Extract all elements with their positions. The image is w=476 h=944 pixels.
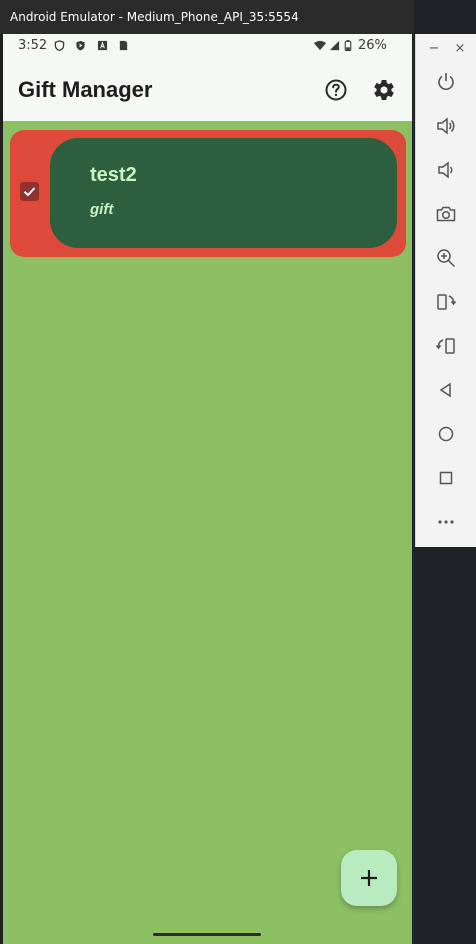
rotate-left-button[interactable] <box>431 287 461 317</box>
check-icon <box>23 187 36 197</box>
settings-button[interactable] <box>370 76 398 104</box>
rotate-right-icon <box>435 338 455 354</box>
wifi-icon <box>314 40 326 51</box>
volume-down-icon <box>438 161 453 179</box>
status-time: 3:52 <box>18 38 48 53</box>
emulator-window: Android Emulator - Medium_Phone_API_35:5… <box>0 0 414 944</box>
device-screen: 3:52 26% Gift Manager test2 gift <box>3 34 412 944</box>
camera-icon <box>436 206 456 222</box>
volume-down-button[interactable] <box>431 155 461 185</box>
back-button[interactable] <box>431 375 461 405</box>
emulator-side-toolbar: − × <box>415 34 476 547</box>
screenshot-button[interactable] <box>431 199 461 229</box>
home-icon <box>438 426 454 442</box>
help-button[interactable] <box>322 76 350 104</box>
more-button[interactable] <box>431 507 461 537</box>
home-button[interactable] <box>431 419 461 449</box>
gift-list-item[interactable]: test2 gift <box>10 130 406 257</box>
accessibility-a-icon <box>97 40 108 51</box>
volume-up-button[interactable] <box>431 111 461 141</box>
app-bar: Gift Manager <box>3 58 412 121</box>
plus-icon <box>361 870 377 886</box>
gear-icon <box>374 80 394 100</box>
add-gift-button[interactable] <box>341 850 397 906</box>
signal-icon <box>329 40 340 51</box>
back-icon <box>439 382 451 398</box>
minimize-button[interactable]: − <box>426 40 442 56</box>
window-title: Android Emulator - Medium_Phone_API_35:5… <box>10 10 299 24</box>
shield-icon <box>54 40 65 51</box>
gesture-bar[interactable] <box>153 933 261 936</box>
overview-icon <box>439 471 453 485</box>
gift-checkbox[interactable] <box>20 182 39 201</box>
gift-title: test2 <box>90 164 137 186</box>
power-icon <box>438 73 454 90</box>
battery-percent: 26% <box>358 38 387 53</box>
rotate-right-button[interactable] <box>431 331 461 361</box>
close-button[interactable]: × <box>452 40 468 56</box>
volume-up-icon <box>437 117 455 135</box>
gift-subtitle: gift <box>90 201 114 218</box>
zoom-button[interactable] <box>431 243 461 273</box>
help-circle-icon <box>325 79 347 101</box>
rotate-left-icon <box>437 294 457 310</box>
overview-button[interactable] <box>431 463 461 493</box>
play-protect-icon <box>76 40 85 51</box>
toolbar-window-controls: − × <box>416 34 476 62</box>
zoom-icon <box>437 249 456 268</box>
battery-icon <box>344 40 352 51</box>
sim-card-icon <box>119 40 128 51</box>
status-bar: 3:52 26% <box>3 34 412 58</box>
emulator-titlebar: Android Emulator - Medium_Phone_API_35:5… <box>0 0 413 34</box>
more-icon <box>438 520 454 524</box>
page-title: Gift Manager <box>18 77 153 102</box>
power-button[interactable] <box>431 67 461 97</box>
gift-card[interactable]: test2 gift <box>50 138 397 248</box>
